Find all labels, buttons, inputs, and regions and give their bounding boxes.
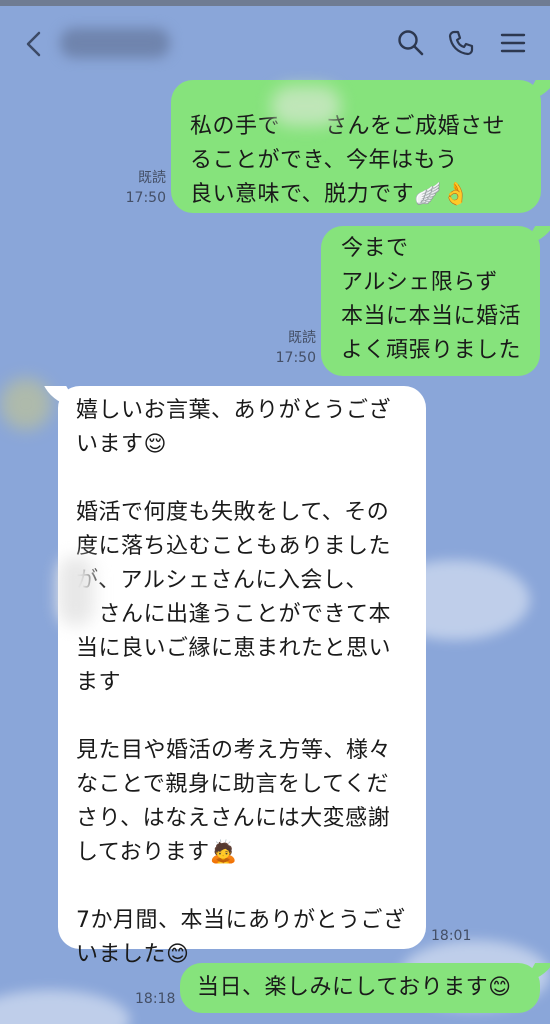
redacted-name <box>271 86 341 126</box>
outgoing-message-bubble[interactable]: 当日、楽しみにしております😊 <box>180 963 540 1013</box>
outgoing-message-bubble[interactable]: 今まで アルシェ限らず 本当に本当に婚活 よく頑張りました <box>321 226 540 376</box>
message-meta: 既読 17:50 <box>116 168 166 208</box>
redacted-name <box>58 556 94 626</box>
message-time: 18:18 <box>135 991 176 1007</box>
read-receipt: 既読 <box>288 330 316 346</box>
message-text: 嬉しいお言葉、ありがとうござ います😌 婚活で何度も失敗をして、その 度に落ち込… <box>76 398 406 967</box>
message-time: 18:01 <box>431 928 472 944</box>
message-text: 私の手で さんをご成婚させ ることができ、今年はもう 良い意味で、脱力です🪽👌 <box>190 114 506 207</box>
read-receipt: 既読 <box>138 170 166 186</box>
message-time: 17:50 <box>275 350 316 366</box>
message-text: 今まで アルシェ限らず 本当に本当に婚活 よく頑張りました <box>341 236 522 363</box>
outgoing-message-bubble[interactable]: 私の手で さんをご成婚させ ることができ、今年はもう 良い意味で、脱力です🪽👌 <box>171 80 541 213</box>
message-meta: 既読 17:50 <box>266 328 316 368</box>
chat-header <box>0 0 550 86</box>
chat-title[interactable] <box>60 28 170 58</box>
search-icon[interactable] <box>396 28 426 58</box>
phone-icon[interactable] <box>446 28 476 58</box>
status-bar-strip <box>0 0 550 6</box>
menu-icon[interactable] <box>498 28 528 58</box>
message-text: 当日、楽しみにしております😊 <box>197 975 512 1000</box>
background-cloud <box>0 990 130 1024</box>
chevron-left-icon[interactable] <box>22 30 46 58</box>
incoming-message-bubble[interactable]: 嬉しいお言葉、ありがとうござ います😌 婚活で何度も失敗をして、その 度に落ち込… <box>58 386 426 967</box>
message-time: 17:50 <box>125 190 166 206</box>
